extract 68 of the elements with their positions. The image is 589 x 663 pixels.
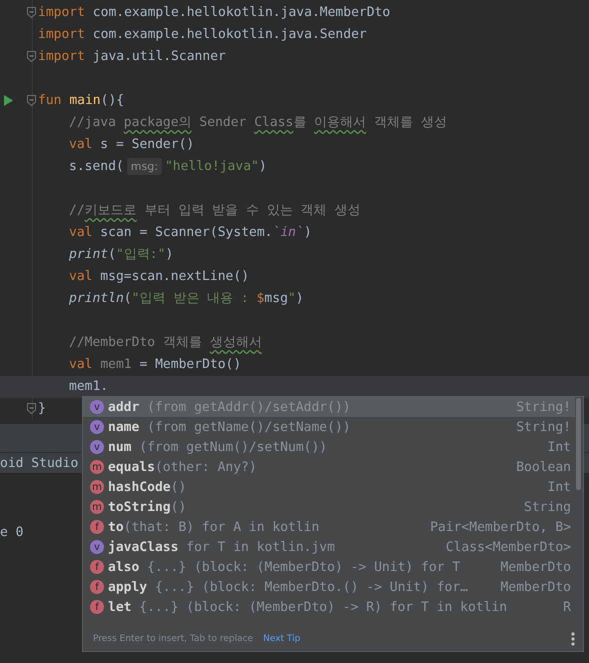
item-label: equals(other: Any?) — [108, 460, 258, 474]
code-line: mem1. — [68, 378, 108, 396]
fold-icon[interactable] — [27, 51, 36, 62]
kind-icon: f — [90, 580, 104, 594]
code-line: print("입력:") — [68, 246, 174, 264]
item-label: hashCode() — [108, 480, 188, 494]
completion-item[interactable]: v num (from getNum()/setNum()) Int — [83, 437, 575, 457]
kind-icon: v — [90, 540, 104, 554]
more-icon[interactable] — [571, 632, 575, 646]
footer-hint: Press Enter to insert, Tab to replace — [93, 634, 254, 644]
item-label: name (from getName()/setName()) — [108, 420, 352, 434]
code-line: import java.util.Scanner — [38, 48, 226, 66]
next-tip-link[interactable]: Next Tip — [263, 634, 300, 644]
item-type: Int — [548, 480, 571, 494]
completion-item[interactable]: m hashCode() Int — [83, 477, 575, 497]
code-line: //MemberDto 객체를 생성해서 — [68, 334, 262, 352]
item-label: num (from getNum()/setNum()) — [108, 440, 328, 454]
code-line: //키보드로 부터 입력 받을 수 있는 객체 생성 — [68, 202, 360, 220]
completion-item[interactable]: f also {...} (block: (MemberDto) -> Unit) for T MemberDto — [83, 557, 575, 577]
item-label: toString() — [108, 500, 188, 514]
completion-item[interactable]: m equals(other: Any?) Boolean — [83, 457, 575, 477]
kind-icon: f — [90, 560, 104, 574]
scrollbar[interactable] — [576, 398, 581, 490]
code-line: val s = Sender() — [68, 136, 194, 154]
tool-window-title: oid Studio — [0, 456, 78, 470]
completion-item[interactable]: v name (from getName()/setName()) String! — [83, 417, 575, 437]
kind-icon: v — [90, 420, 104, 434]
item-label: let {...} (block: (MemberDto) -> R) for T in kotlin — [108, 600, 508, 614]
code-line: } — [38, 400, 46, 418]
completion-item[interactable]: m toString() String — [83, 497, 575, 517]
code-line: println("입력 받은 내용 : $msg") — [68, 290, 304, 308]
console-text: e 0 — [0, 525, 24, 540]
item-type: MemberDto — [500, 580, 571, 594]
code-line: s.send( msg: "hello!java") — [68, 157, 267, 177]
kind-icon: f — [90, 600, 104, 614]
item-type: R — [563, 600, 571, 614]
code-line: import com.example.hellokotlin.java.MemberDto — [38, 4, 390, 22]
completion-item[interactable]: f apply {...} (block: MemberDto.() -> Unit) for… MemberDto — [83, 577, 575, 597]
kind-icon: m — [90, 460, 104, 474]
kind-icon: m — [90, 480, 104, 494]
code-line: val scan = Scanner(System.`in`) — [68, 224, 312, 242]
item-type: Boolean — [516, 460, 571, 474]
completion-item[interactable]: f to(that: B) for A in kotlin Pair<MemberDto, B> — [83, 517, 575, 537]
kind-icon: m — [90, 500, 104, 514]
item-type: MemberDto — [500, 560, 571, 574]
run-icon[interactable] — [4, 95, 13, 106]
item-label: apply {...} (block: MemberDto.() -> Unit) for… — [108, 580, 470, 594]
code-line: import com.example.hellokotlin.java.Sender — [38, 26, 367, 44]
item-type: String — [524, 500, 571, 514]
kind-icon: f — [90, 520, 104, 534]
fold-icon[interactable] — [27, 403, 36, 414]
kind-icon: v — [90, 440, 104, 454]
item-label: to(that: B) for A in kotlin — [108, 520, 320, 534]
item-type: String! — [516, 420, 571, 434]
completion-item[interactable]: f let {...} (block: (MemberDto) -> R) for T in kotlin R — [83, 597, 575, 617]
item-label: javaClass for T in kotlin.jvm — [108, 540, 336, 554]
completion-item[interactable]: v javaClass for T in kotlin.jvm Class<MemberDto> — [83, 537, 575, 557]
item-type: Class<MemberDto> — [446, 540, 571, 554]
code-line: //java package의 Sender Class를 이용해서 객체를 생성 — [68, 114, 447, 132]
code-line: val msg=scan.nextLine() — [68, 268, 250, 286]
fold-icon[interactable] — [27, 95, 36, 106]
item-type: Pair<MemberDto, B> — [430, 520, 571, 534]
item-type: Int — [548, 440, 571, 454]
kind-icon: v — [90, 400, 104, 414]
item-label: also {...} (block: (MemberDto) -> Unit) for T — [108, 560, 462, 574]
fold-icon[interactable] — [27, 7, 36, 18]
code-line: val mem1 = MemberDto() — [68, 356, 242, 374]
code-line: fun main(){ — [38, 92, 124, 110]
